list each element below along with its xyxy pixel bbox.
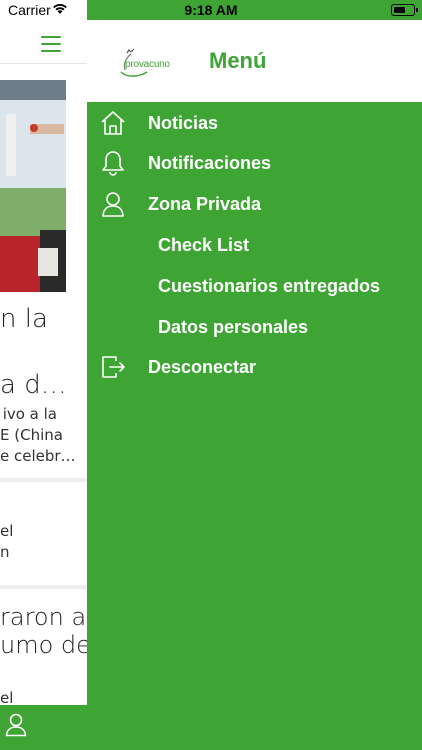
- news-title-line: n la: [0, 304, 48, 334]
- provacuno-logo: provacuno: [117, 44, 173, 80]
- news-title-line: a d…: [0, 370, 67, 400]
- menu-item-label: Datos personales: [158, 317, 309, 337]
- news-photo[interactable]: [0, 80, 66, 292]
- news-excerpt-line: E (China: [0, 426, 63, 444]
- news-divider: [0, 478, 87, 482]
- logout-icon: [102, 356, 125, 378]
- news-excerpt-line: el: [0, 522, 14, 540]
- background-news-page: Carrier n la a d… ivo a la E (China e ce…: [0, 0, 87, 750]
- menu-item-label: Check List: [158, 235, 250, 255]
- menu-item-zona-privada[interactable]: Zona Privada: [87, 184, 422, 224]
- battery-tip: [415, 8, 418, 12]
- status-time: 9:18 AM: [184, 2, 238, 18]
- menu-item-label: Desconectar: [148, 357, 257, 377]
- menu-title: Menú: [209, 48, 267, 73]
- battery-icon: [391, 4, 415, 16]
- menu-item-datos-personales[interactable]: Datos personales: [87, 307, 422, 347]
- menu-item-cuestionarios-entregados[interactable]: Cuestionarios entregados: [87, 266, 422, 306]
- menu-item-desconectar[interactable]: Desconectar: [87, 347, 422, 387]
- user-icon: [102, 192, 124, 217]
- menu-item-label: Zona Privada: [148, 194, 262, 214]
- menu-item-notificaciones[interactable]: Notificaciones: [87, 143, 422, 183]
- hamburger-menu-icon[interactable]: [41, 36, 61, 52]
- news-title-line: umo de: [0, 631, 87, 659]
- menu-item-label: Notificaciones: [148, 153, 272, 173]
- news-excerpt-line: e celebr…: [0, 447, 76, 465]
- status-bar-left: Carrier: [0, 0, 87, 20]
- news-divider: [0, 585, 87, 589]
- wifi-icon: [53, 3, 67, 14]
- news-excerpt-line: ivo a la: [2, 405, 57, 423]
- menu-item-label: Cuestionarios entregados: [158, 276, 381, 296]
- carrier-label: Carrier: [8, 2, 51, 18]
- menu-header: provacuno Menú: [87, 20, 422, 102]
- user-icon[interactable]: [5, 713, 27, 737]
- news-excerpt-line: n: [0, 543, 10, 561]
- menu-item-label: Noticias: [148, 113, 219, 133]
- home-icon: [101, 111, 125, 135]
- bell-icon: [102, 151, 124, 176]
- logo-text: provacuno: [125, 59, 170, 70]
- news-header: [0, 20, 87, 64]
- menu-item-check-list[interactable]: Check List: [87, 225, 422, 265]
- menu-item-noticias[interactable]: Noticias: [87, 103, 422, 143]
